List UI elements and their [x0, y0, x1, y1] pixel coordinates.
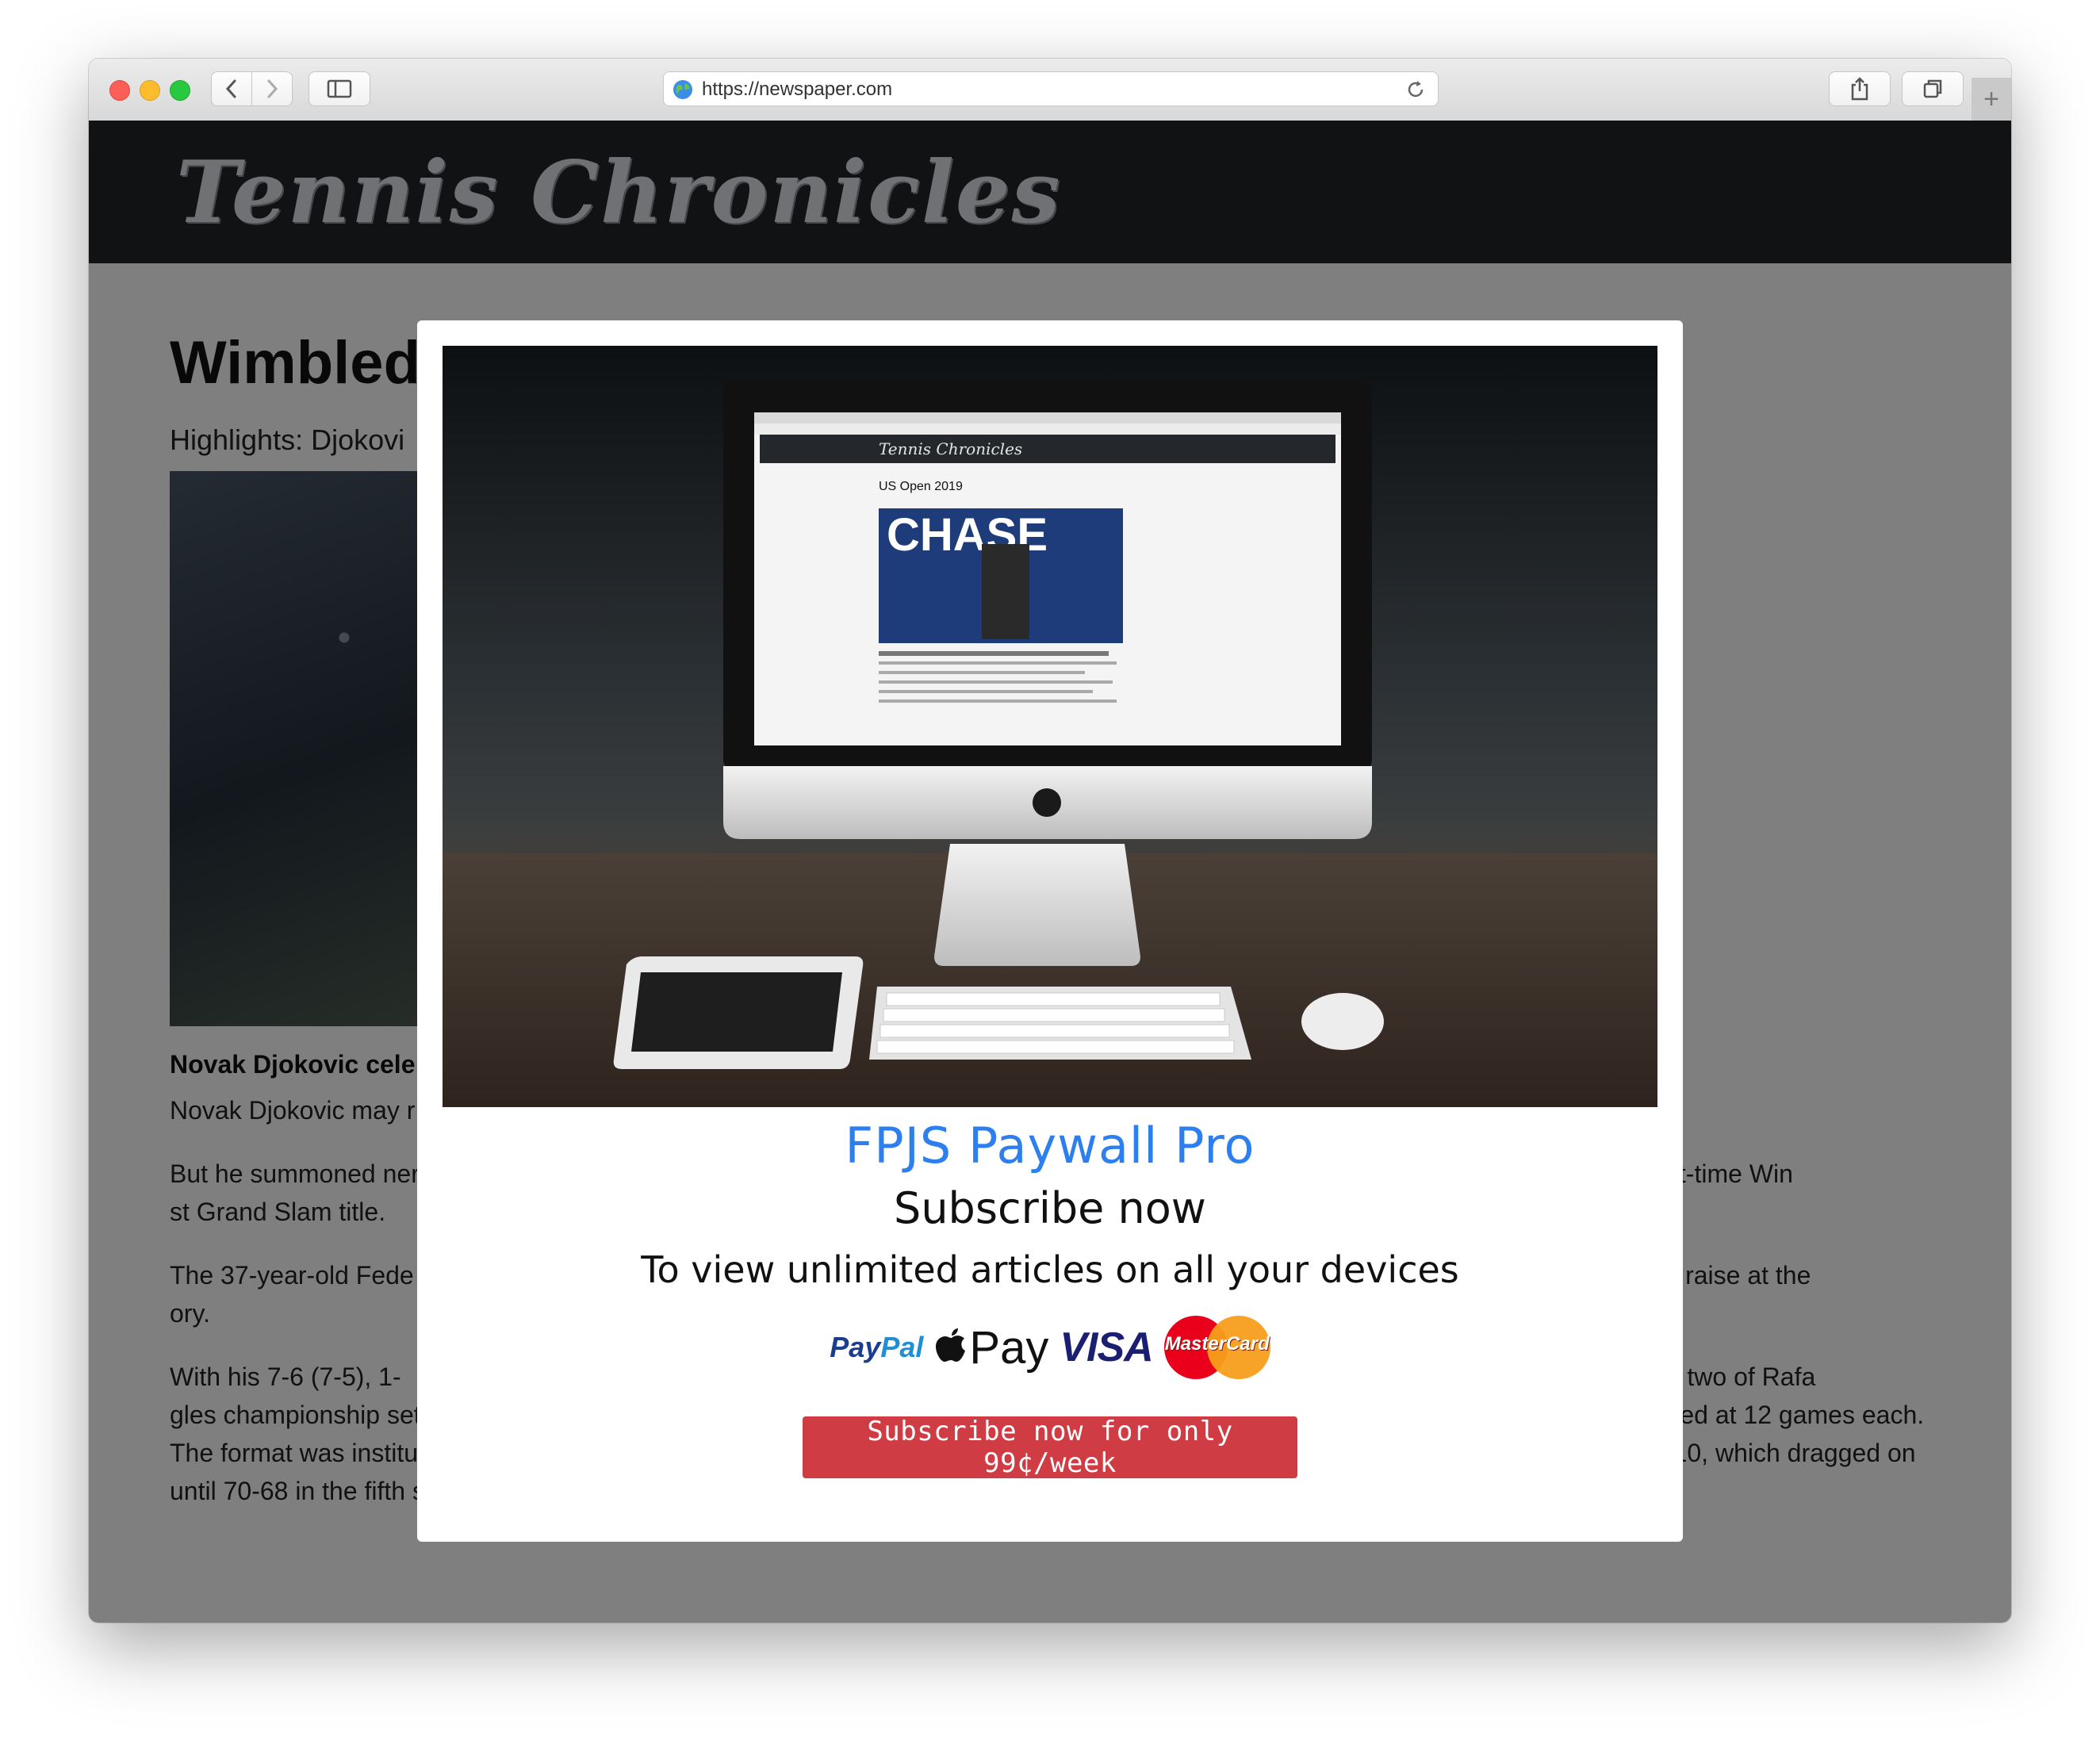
paywall-modal: Tennis Chronicles US Open 2019 CHASE FPJ… — [417, 320, 1683, 1542]
forward-button[interactable] — [251, 71, 293, 106]
minimize-window-button[interactable] — [140, 80, 160, 101]
sidebar-icon — [327, 79, 352, 98]
screen-masthead: Tennis Chronicles — [879, 439, 1022, 458]
chevron-left-icon — [225, 79, 236, 98]
subscribe-button[interactable]: Subscribe now for only 99¢/week — [803, 1416, 1297, 1479]
tab-overview-button[interactable] — [1902, 71, 1964, 106]
zoom-window-button[interactable] — [170, 80, 190, 101]
hero-image: Tennis Chronicles US Open 2019 CHASE — [443, 346, 1657, 1107]
imac-desk-illustration: Tennis Chronicles US Open 2019 CHASE — [443, 381, 1657, 1107]
apple-icon — [936, 1328, 966, 1362]
tabs-icon — [1923, 79, 1942, 98]
chevron-right-icon — [267, 79, 278, 98]
browser-window: https://newspaper.com + Tennis Chronicle… — [89, 59, 2011, 1623]
address-bar[interactable]: https://newspaper.com — [663, 71, 1439, 106]
paywall-heading: Subscribe now — [894, 1183, 1206, 1233]
payment-methods: PayPal Pay VISA MasterCard — [417, 1312, 1683, 1383]
paywall-subheading: To view unlimited articles on all your d… — [641, 1248, 1459, 1291]
share-icon — [1851, 77, 1868, 101]
globe-icon — [673, 80, 692, 99]
apple-pay-logo: Pay — [934, 1321, 1048, 1374]
apple-logo-icon — [1033, 788, 1061, 817]
visa-logo: VISA — [1060, 1324, 1153, 1370]
reload-icon[interactable] — [1404, 79, 1427, 101]
screen-headline: US Open 2019 — [879, 480, 963, 493]
close-window-button[interactable] — [109, 80, 130, 101]
paypal-logo: PayPal — [830, 1331, 924, 1363]
mastercard-logo: MasterCard — [1163, 1316, 1270, 1379]
share-button[interactable] — [1829, 71, 1891, 106]
back-button[interactable] — [211, 71, 252, 106]
sidebar-toggle-button[interactable] — [308, 71, 370, 106]
browser-toolbar: https://newspaper.com + — [89, 59, 2011, 121]
web-page: Tennis Chronicles Wimbled Highlights: Dj… — [89, 121, 2011, 1623]
paywall-brand-title: FPJS Paywall Pro — [845, 1117, 1255, 1175]
url-text: https://newspaper.com — [702, 79, 893, 100]
new-tab-button[interactable]: + — [1972, 78, 2011, 121]
